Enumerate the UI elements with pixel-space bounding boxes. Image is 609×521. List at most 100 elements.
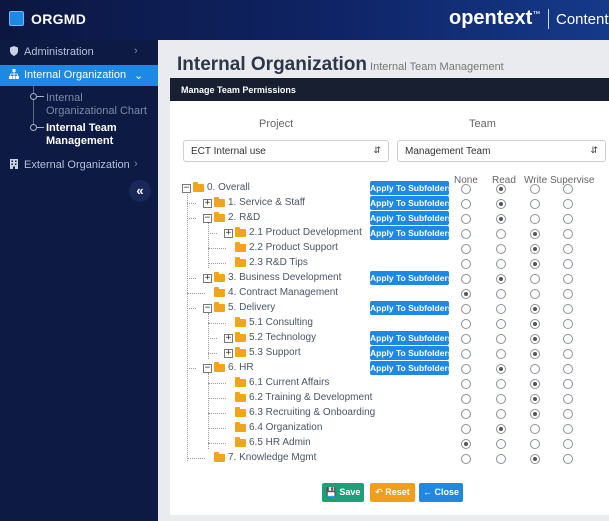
apply-to-subfolders-button[interactable]: Apply To Subfolders [370,346,452,360]
expand-node-icon[interactable]: + [224,229,233,238]
perm-radio-none[interactable] [461,304,471,314]
perm-radio-write[interactable] [530,409,540,419]
tree-node-label[interactable]: 7. Knowledge Mgmt [228,452,316,463]
perm-radio-read[interactable] [496,319,506,329]
perm-radio-none[interactable] [461,244,471,254]
perm-radio-write[interactable] [530,379,540,389]
perm-radio-read[interactable] [496,214,506,224]
perm-radio-none[interactable] [461,349,471,359]
tree-node-label[interactable]: 3. Business Development [228,272,341,283]
perm-radio-none[interactable] [461,274,471,284]
collapse-node-icon[interactable]: − [182,184,191,193]
tree-node-label[interactable]: 2.2 Product Support [249,242,338,253]
perm-radio-read[interactable] [496,379,506,389]
perm-radio-none[interactable] [461,259,471,269]
perm-radio-none[interactable] [461,364,471,374]
app-logo-icon[interactable] [9,11,24,26]
tree-node-label[interactable]: 5. Delivery [228,302,275,313]
tree-node-label[interactable]: 6.5 HR Admin [249,437,311,448]
perm-radio-supervise[interactable] [563,184,573,194]
tree-node-label[interactable]: 6.4 Organization [249,422,322,433]
perm-radio-write[interactable] [530,349,540,359]
perm-radio-read[interactable] [496,349,506,359]
tree-node-label[interactable]: 5.1 Consulting [249,317,313,328]
perm-radio-supervise[interactable] [563,364,573,374]
tree-node-label[interactable]: 6.1 Current Affairs [249,377,329,388]
perm-radio-read[interactable] [496,199,506,209]
perm-radio-write[interactable] [530,439,540,449]
perm-radio-write[interactable] [530,319,540,329]
perm-radio-read[interactable] [496,304,506,314]
apply-to-subfolders-button[interactable]: Apply To Subfolders [370,211,452,225]
perm-radio-write[interactable] [530,394,540,404]
perm-radio-read[interactable] [496,454,506,464]
perm-radio-none[interactable] [461,319,471,329]
perm-radio-write[interactable] [530,304,540,314]
perm-radio-none[interactable] [461,334,471,344]
perm-radio-read[interactable] [496,439,506,449]
perm-radio-supervise[interactable] [563,244,573,254]
perm-radio-none[interactable] [461,184,471,194]
expand-node-icon[interactable]: + [224,349,233,358]
perm-radio-supervise[interactable] [563,214,573,224]
collapse-node-icon[interactable]: − [203,214,212,223]
perm-radio-supervise[interactable] [563,334,573,344]
tree-node-label[interactable]: 4. Contract Management [228,287,338,298]
perm-radio-none[interactable] [461,214,471,224]
perm-radio-supervise[interactable] [563,274,573,284]
perm-radio-none[interactable] [461,454,471,464]
collapse-node-icon[interactable]: − [203,304,212,313]
perm-radio-none[interactable] [461,229,471,239]
perm-radio-read[interactable] [496,409,506,419]
perm-radio-supervise[interactable] [563,319,573,329]
perm-radio-write[interactable] [530,274,540,284]
perm-radio-read[interactable] [496,184,506,194]
apply-to-subfolders-button[interactable]: Apply To Subfolders [370,271,452,285]
perm-radio-write[interactable] [530,364,540,374]
perm-radio-supervise[interactable] [563,229,573,239]
sidebar-subitem-internal-team-management[interactable]: Internal Team Management [46,122,154,148]
perm-radio-read[interactable] [496,394,506,404]
perm-radio-none[interactable] [461,409,471,419]
tree-node-label[interactable]: 1. Service & Staff [228,197,305,208]
apply-to-subfolders-button[interactable]: Apply To Subfolders [370,331,452,345]
perm-radio-supervise[interactable] [563,409,573,419]
perm-radio-write[interactable] [530,199,540,209]
perm-radio-none[interactable] [461,199,471,209]
perm-radio-supervise[interactable] [563,259,573,269]
perm-radio-none[interactable] [461,439,471,449]
collapse-sidebar-button[interactable]: « [129,180,151,202]
expand-node-icon[interactable]: + [203,274,212,283]
apply-to-subfolders-button[interactable]: Apply To Subfolders [370,196,452,210]
perm-radio-read[interactable] [496,244,506,254]
perm-radio-read[interactable] [496,424,506,434]
perm-radio-none[interactable] [461,394,471,404]
sidebar-item-administration[interactable]: Administration › [0,42,158,63]
tree-node-label[interactable]: 6.3 Recruiting & Onboarding [249,407,375,418]
tree-node-label[interactable]: 2.1 Product Development [249,227,362,238]
perm-radio-write[interactable] [530,334,540,344]
perm-radio-supervise[interactable] [563,454,573,464]
perm-radio-write[interactable] [530,259,540,269]
perm-radio-write[interactable] [530,244,540,254]
perm-radio-none[interactable] [461,424,471,434]
perm-radio-read[interactable] [496,334,506,344]
expand-node-icon[interactable]: + [203,199,212,208]
perm-radio-read[interactable] [496,289,506,299]
tree-node-label[interactable]: 2.3 R&D Tips [249,257,308,268]
perm-radio-supervise[interactable] [563,289,573,299]
expand-node-icon[interactable]: + [224,334,233,343]
perm-radio-write[interactable] [530,229,540,239]
perm-radio-none[interactable] [461,289,471,299]
perm-radio-write[interactable] [530,214,540,224]
perm-radio-supervise[interactable] [563,379,573,389]
perm-radio-write[interactable] [530,289,540,299]
tree-node-label[interactable]: 6.2 Training & Development [249,392,372,403]
sidebar-item-external-organization[interactable]: External Organization › [0,155,158,176]
close-button[interactable]: ← Close [419,483,463,502]
apply-to-subfolders-button[interactable]: Apply To Subfolders [370,361,452,375]
apply-to-subfolders-button[interactable]: Apply To Subfolders [370,301,452,315]
collapse-node-icon[interactable]: − [203,364,212,373]
team-select[interactable]: Management Team ⇵ [397,140,606,162]
tree-node-label[interactable]: 6. HR [228,362,254,373]
